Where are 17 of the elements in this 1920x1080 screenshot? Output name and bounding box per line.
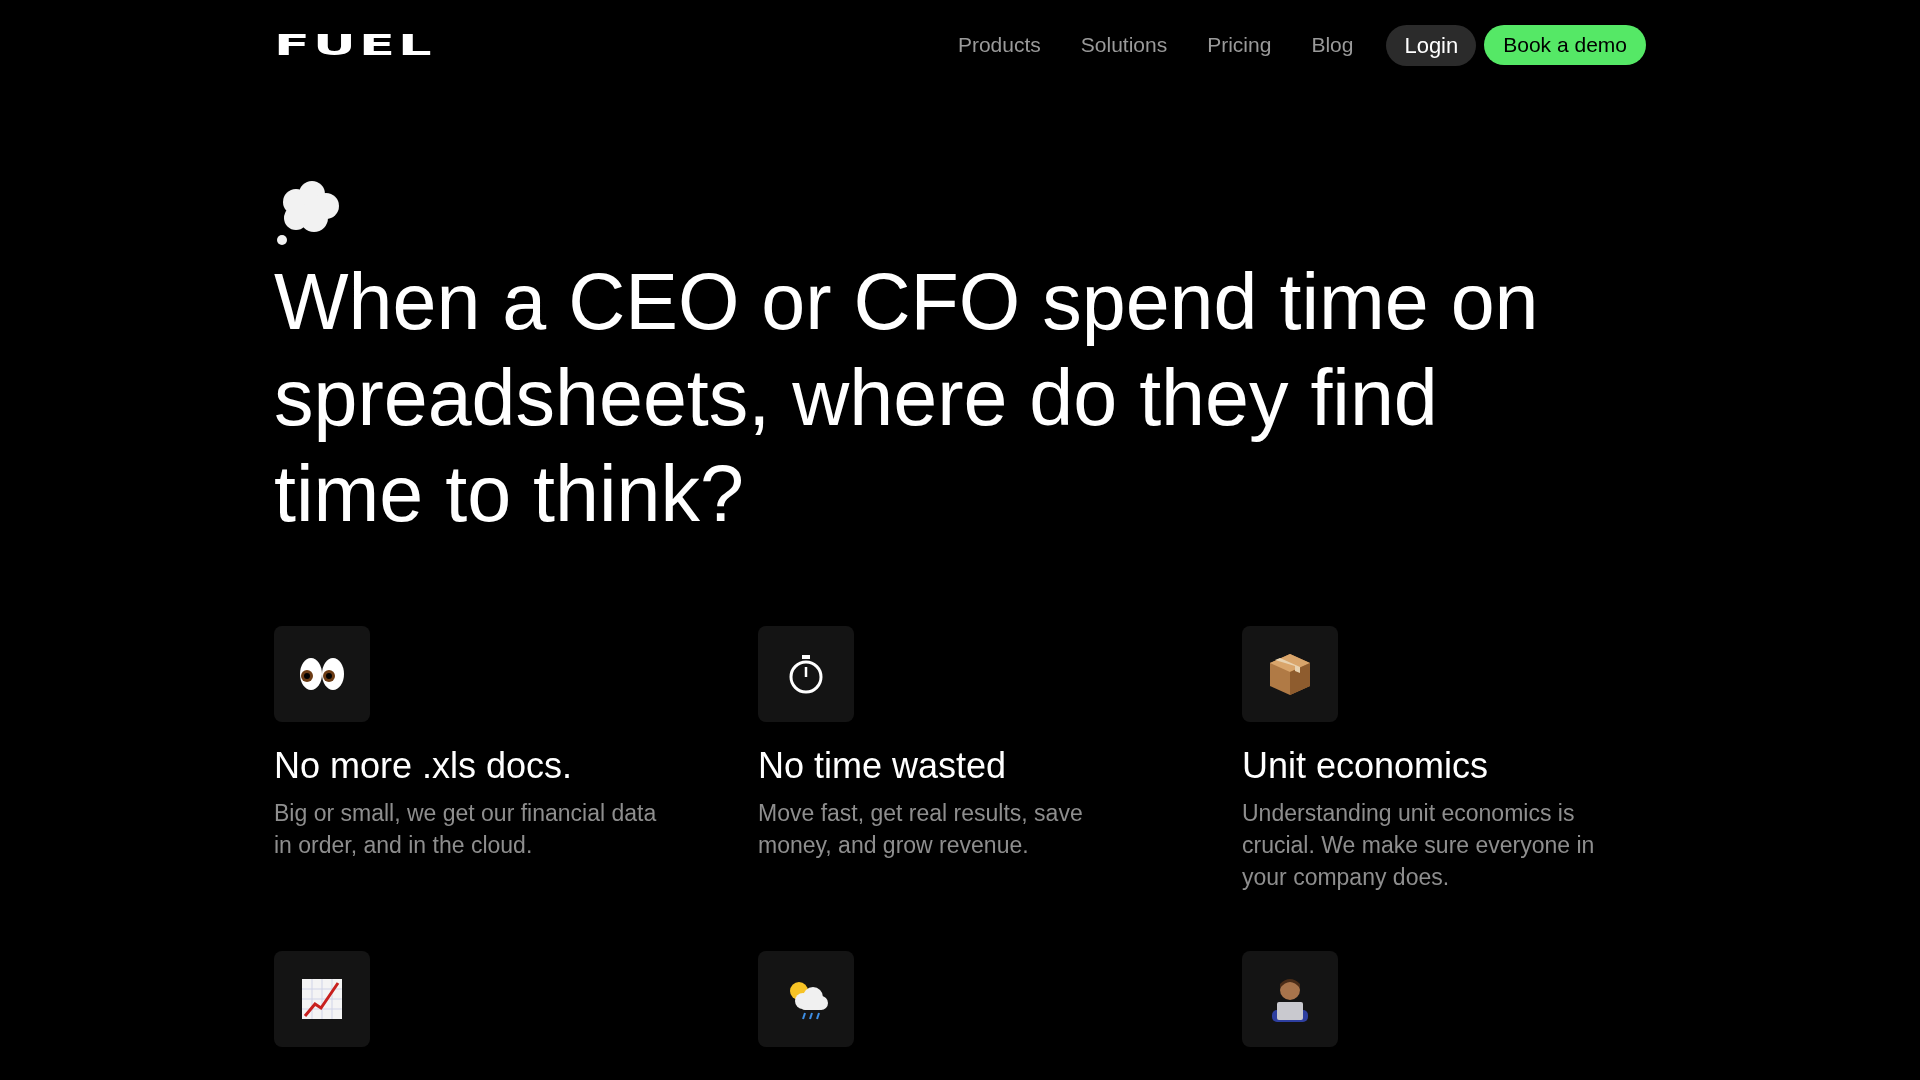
chart-icon xyxy=(301,978,343,1021)
nav-link[interactable]: Blog xyxy=(1311,29,1354,61)
nav-link[interactable]: Solutions xyxy=(1080,29,1168,61)
login-button[interactable]: Login xyxy=(1386,24,1477,66)
stopwatch-icon xyxy=(788,654,824,694)
nav-link[interactable]: Products xyxy=(957,29,1041,61)
headline: When a CEO or CFO spend time on spreadsheets, where do they find time to think? xyxy=(274,256,1540,540)
feature-title: No more .xls docs. xyxy=(274,744,574,788)
package-icon xyxy=(1267,651,1313,697)
feature-title: No time wasted xyxy=(758,744,1008,788)
book-demo-button[interactable]: Book a demo xyxy=(1484,25,1646,65)
feature-title: Unit economics xyxy=(1242,744,1490,788)
feature-description: Move fast, get real results, save money, and grow revenue. xyxy=(758,799,1084,861)
feature-description: Understanding unit economics is crucial. We make sure everyone in your company does. xyxy=(1242,799,1596,893)
nav-link[interactable]: Pricing xyxy=(1207,29,1272,61)
feature-description: Big or small, we get our financial data in order, and in the cloud. xyxy=(274,799,658,861)
logo[interactable]: FUEL xyxy=(274,31,456,59)
